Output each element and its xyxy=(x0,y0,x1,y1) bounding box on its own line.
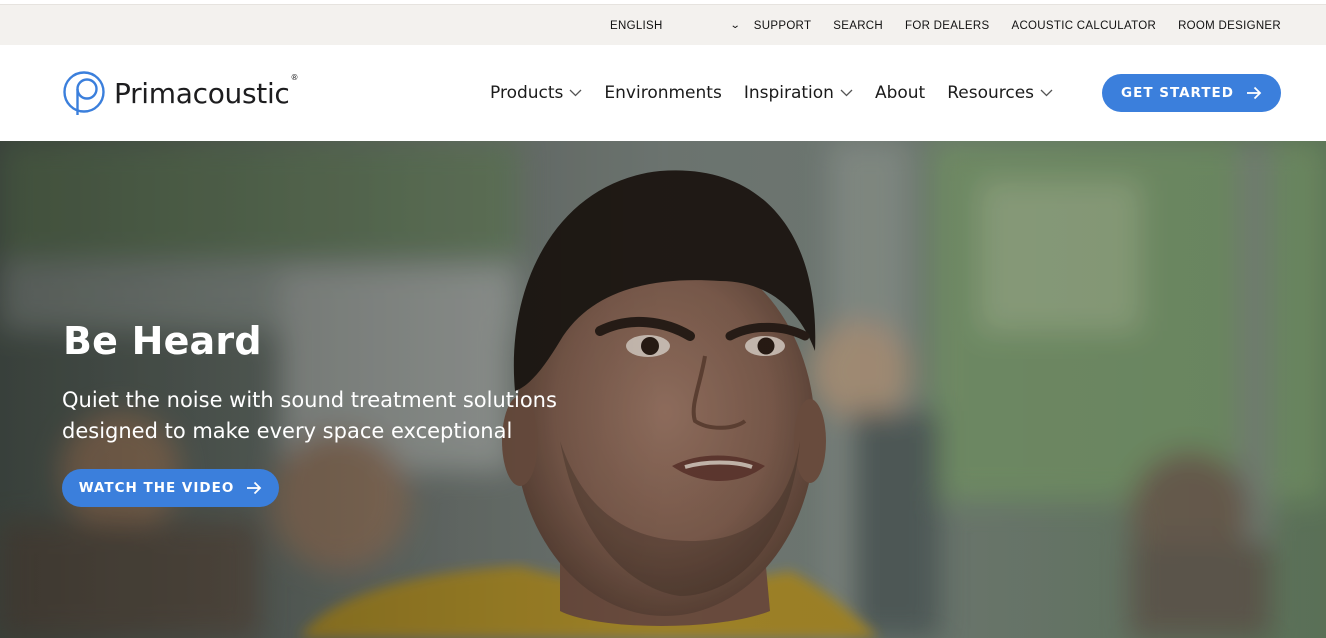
main-nav: Primacoustic® Products Environments Insp… xyxy=(0,45,1326,141)
utility-link-search[interactable]: SEARCH xyxy=(833,20,883,32)
chevron-down-icon xyxy=(840,89,853,97)
nav-item-environments[interactable]: Environments xyxy=(604,83,721,103)
utility-link-room-designer[interactable]: ROOM DESIGNER xyxy=(1178,20,1281,32)
hero: Be Heard Quiet the noise with sound trea… xyxy=(0,141,1326,638)
arrow-right-icon xyxy=(1246,86,1262,100)
nav-item-inspiration[interactable]: Inspiration xyxy=(744,83,853,103)
hero-subtitle: Quiet the noise with sound treatment sol… xyxy=(62,385,682,447)
p-circle-icon xyxy=(63,71,105,115)
chevron-down-icon xyxy=(569,89,582,97)
hero-title: Be Heard xyxy=(63,319,262,363)
utility-bar: ENGLISH ⌄ SUPPORT SEARCH FOR DEALERS ACO… xyxy=(0,4,1326,45)
utility-link-support[interactable]: SUPPORT xyxy=(754,20,811,32)
nav-item-label: About xyxy=(874,83,926,103)
primary-nav: Products Environments Inspiration About … xyxy=(490,45,1053,141)
get-started-button[interactable]: GET STARTED xyxy=(1102,74,1281,112)
nav-item-label: Resources xyxy=(947,83,1035,103)
nav-item-label: Products xyxy=(490,83,564,103)
nav-item-about[interactable]: About xyxy=(875,83,925,103)
logo-text: Primacoustic® xyxy=(114,72,299,110)
watch-video-label: WATCH THE VIDEO xyxy=(78,480,235,496)
get-started-label: GET STARTED xyxy=(1121,85,1234,101)
arrow-right-icon xyxy=(247,481,262,495)
registered-mark: ® xyxy=(290,72,299,82)
utility-link-acoustic-calculator[interactable]: ACOUSTIC CALCULATOR xyxy=(1011,20,1156,32)
chevron-down-icon: ⌄ xyxy=(730,20,742,31)
logo[interactable]: Primacoustic® xyxy=(62,67,299,119)
hero-subtitle-line-1: Quiet the noise with sound treatment sol… xyxy=(62,388,557,412)
nav-item-resources[interactable]: Resources xyxy=(947,83,1053,103)
language-select[interactable]: ENGLISH ⌄ xyxy=(610,5,742,46)
utility-link-for-dealers[interactable]: FOR DEALERS xyxy=(905,20,989,32)
chevron-down-icon xyxy=(1040,89,1053,97)
nav-item-products[interactable]: Products xyxy=(490,83,582,103)
watch-video-button[interactable]: WATCH THE VIDEO xyxy=(62,469,279,507)
hero-subtitle-line-2: designed to make every space exceptional xyxy=(62,419,513,443)
utility-links: SUPPORT SEARCH FOR DEALERS ACOUSTIC CALC… xyxy=(754,5,1281,46)
nav-item-label: Inspiration xyxy=(743,83,834,103)
language-label: ENGLISH xyxy=(610,19,663,32)
nav-item-label: Environments xyxy=(604,83,722,103)
